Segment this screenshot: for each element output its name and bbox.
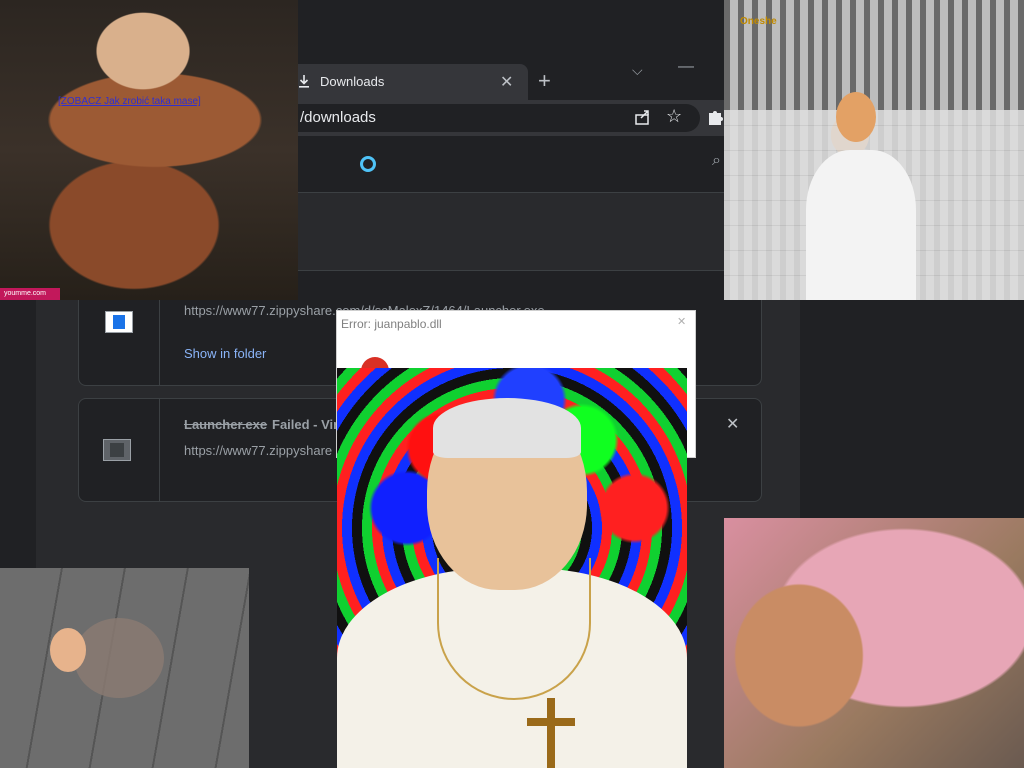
show-in-folder-link[interactable]: Show in folder: [184, 346, 266, 361]
face: [836, 92, 876, 142]
watermark: youmme.com: [0, 288, 60, 300]
close-icon[interactable]: ✕: [500, 72, 513, 92]
bodybuilder-caption-link[interactable]: [ZOBACZ Jak zrobić taka mase]: [58, 96, 201, 107]
remove-download-close-icon[interactable]: ✕: [726, 414, 739, 434]
download-filename[interactable]: Launcher.exe: [184, 417, 267, 432]
search-icon[interactable]: ⌕: [712, 152, 721, 170]
white-coat: [806, 150, 916, 300]
hair: [433, 398, 581, 458]
street-image: [0, 568, 249, 768]
pope-portrait-image: [337, 368, 687, 768]
cross-icon: [547, 698, 555, 768]
download-url[interactable]: https://www77.zippyshare: [184, 443, 332, 458]
channel-logo: Oneshe: [740, 16, 777, 27]
butcher-shop-image: Oneshe: [724, 0, 1024, 300]
new-tab-button[interactable]: +: [538, 68, 551, 94]
minimize-button[interactable]: —: [678, 58, 694, 76]
loading-spinner-icon: [360, 156, 376, 172]
share-icon[interactable]: [634, 108, 652, 126]
file-icon: [105, 311, 133, 333]
close-icon[interactable]: ✕: [677, 315, 686, 328]
download-icon: [299, 75, 309, 88]
address-bar-url[interactable]: /downloads: [300, 109, 376, 126]
star-icon[interactable]: ☆: [666, 106, 682, 127]
pink-image: [724, 518, 1024, 768]
face: [50, 628, 86, 672]
puzzle-icon[interactable]: [706, 108, 724, 126]
download-status: Failed - Vir: [272, 417, 339, 432]
file-icon: [103, 439, 131, 461]
blurred-body: [74, 618, 164, 698]
cross-icon: [527, 718, 575, 726]
divider: [159, 399, 160, 501]
dialog-title: Error: juanpablo.dll: [341, 317, 442, 331]
chevron-down-icon[interactable]: ⌵: [632, 62, 643, 79]
tab-title: Downloads: [320, 74, 385, 89]
bodybuilder-image: [ZOBACZ Jak zrobić taka mase] youmme.com: [0, 0, 298, 300]
tab-downloads[interactable]: Downloads ✕: [288, 64, 528, 100]
